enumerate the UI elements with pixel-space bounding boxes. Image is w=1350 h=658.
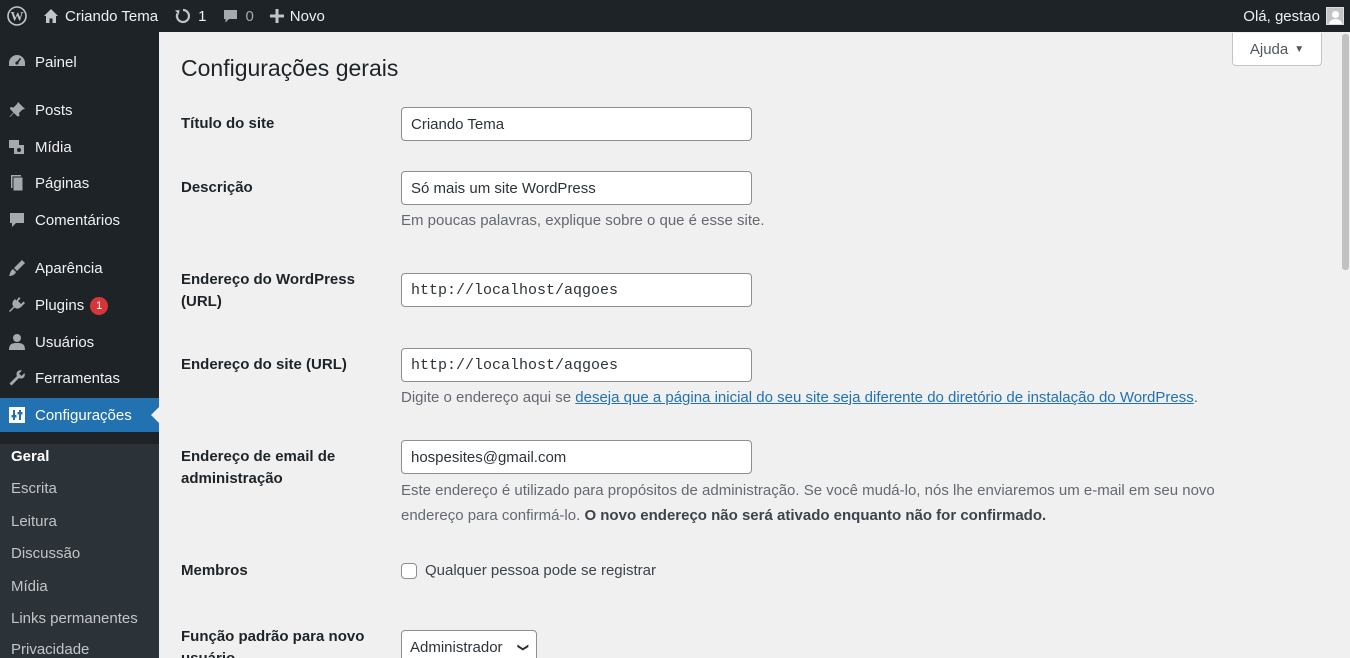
sidebar-item-label: Plugins — [35, 296, 85, 314]
sidebar-item-label: Mídia — [35, 138, 72, 156]
avatar — [1326, 7, 1344, 25]
site-url-description: Digite o endereço aqui se deseja que a p… — [401, 385, 1198, 410]
admin-bar: W Criando Tema 1 0 Novo Olá, gestao — [0, 0, 1350, 32]
membership-checkbox[interactable] — [401, 562, 417, 579]
submenu-item-discussao[interactable]: Discussão — [11, 545, 80, 562]
site-url-description-prefix: Digite o endereço aqui se — [401, 389, 576, 406]
sidebar-item-plugins[interactable]: Plugins 1 — [0, 288, 159, 322]
membership-option[interactable]: Qualquer pessoa pode se registrar — [401, 562, 656, 579]
sidebar-item-label: Páginas — [35, 174, 90, 192]
dashboard-icon — [7, 52, 27, 72]
new-content-link[interactable]: Novo — [262, 0, 333, 32]
plugins-update-badge: 1 — [90, 297, 109, 315]
sidebar-item-aparencia[interactable]: Aparência — [0, 251, 159, 285]
site-url-label: Endereço do site (URL) — [181, 356, 347, 373]
sidebar-item-label: Aparência — [35, 259, 103, 277]
sidebar-item-label: Comentários — [35, 211, 121, 229]
tagline-description: Em poucas palavras, explique sobre o que… — [401, 212, 765, 229]
greeting: Olá, gestao — [1243, 7, 1320, 25]
default-role-select[interactable]: Administrador ❯ — [401, 630, 537, 658]
site-url-description-suffix: . — [1193, 389, 1198, 406]
sidebar-item-label: Usuários — [35, 333, 95, 351]
tagline-value: Só mais um site WordPress — [411, 179, 596, 197]
users-icon — [7, 332, 27, 352]
scrollbar-thumb[interactable] — [1342, 34, 1349, 270]
wordpress-logo-button[interactable]: W — [0, 0, 35, 32]
tagline-input[interactable]: Só mais um site WordPress — [401, 171, 752, 205]
sidebar-item-label: Posts — [35, 101, 73, 119]
home-icon — [44, 9, 58, 23]
appearance-icon — [7, 258, 27, 278]
sidebar-item-label: Configurações — [35, 406, 132, 424]
svg-text:W: W — [11, 9, 24, 24]
comments-link[interactable]: 0 — [214, 0, 261, 32]
wordpress-url-input[interactable]: http://localhost/aqgoes — [401, 273, 752, 307]
main-content: Ajuda ▼ Configurações gerais Título do s… — [159, 32, 1341, 658]
updates-count: 1 — [198, 7, 207, 25]
media-icon — [7, 137, 27, 157]
account-menu[interactable]: Olá, gestao — [1243, 7, 1350, 25]
help-label: Ajuda — [1249, 40, 1289, 58]
sidebar-item-comentarios[interactable]: Comentários — [0, 203, 159, 237]
sidebar-item-painel[interactable]: Painel — [0, 45, 159, 79]
pin-icon — [7, 100, 27, 120]
settings-icon — [7, 405, 27, 425]
admin-sidebar: Painel Posts Mídia Páginas Comentários A… — [0, 32, 159, 658]
submenu-item-links-permanentes[interactable]: Links permanentes — [11, 610, 138, 627]
help-button[interactable]: Ajuda ▼ — [1232, 33, 1322, 66]
admin-email-label: Endereço de email de administração — [181, 448, 336, 487]
sidebar-item-usuarios[interactable]: Usuários — [0, 325, 159, 359]
submenu-item-geral[interactable]: Geral — [11, 448, 49, 465]
submenu-item-leitura[interactable]: Leitura — [11, 513, 57, 530]
comments-count: 0 — [245, 7, 254, 25]
sidebar-item-label: Ferramentas — [35, 369, 121, 387]
updates-icon — [175, 8, 191, 24]
tools-icon — [7, 368, 27, 388]
site-title-value: Criando Tema — [411, 115, 505, 133]
plus-icon — [269, 9, 284, 23]
site-name-link[interactable]: Criando Tema — [35, 0, 166, 32]
sidebar-item-paginas[interactable]: Páginas — [0, 166, 159, 200]
site-title-label: Título do site — [181, 115, 275, 132]
submenu-item-midia[interactable]: Mídia — [11, 578, 48, 595]
wordpress-url-label: Endereço do WordPress (URL) — [181, 271, 355, 310]
sidebar-item-label: Painel — [35, 53, 77, 71]
sidebar-item-posts[interactable]: Posts — [0, 93, 159, 127]
sidebar-item-ferramentas[interactable]: Ferramentas — [0, 361, 159, 395]
admin-email-input[interactable]: hospesites@gmail.com — [401, 440, 752, 474]
admin-email-description-bold: O novo endereço não será ativado enquant… — [584, 507, 1047, 524]
page-title: Configurações gerais — [181, 55, 399, 81]
sidebar-item-configuracoes[interactable]: Configurações — [0, 398, 159, 432]
admin-email-description: Este endereço é utilizado para propósito… — [401, 478, 1281, 528]
plugins-icon — [7, 295, 27, 315]
site-url-value: http://localhost/aqgoes — [411, 356, 619, 374]
membership-label: Membros — [181, 562, 248, 579]
tagline-label: Descrição — [181, 179, 253, 196]
submenu-item-escrita[interactable]: Escrita — [11, 480, 57, 497]
pages-icon — [7, 173, 27, 193]
sidebar-item-midia[interactable]: Mídia — [0, 130, 159, 164]
wordpress-url-value: http://localhost/aqgoes — [411, 281, 619, 299]
comment-icon — [224, 9, 238, 22]
wordpress-icon: W — [7, 6, 27, 26]
site-name: Criando Tema — [65, 7, 159, 25]
membership-checkbox-label: Qualquer pessoa pode se registrar — [425, 562, 656, 579]
updates-link[interactable]: 1 — [166, 0, 214, 32]
site-url-input[interactable]: http://localhost/aqgoes — [401, 348, 752, 382]
default-role-value: Administrador — [410, 638, 503, 656]
submenu-item-privacidade[interactable]: Privacidade — [11, 641, 89, 658]
admin-email-value: hospesites@gmail.com — [411, 448, 567, 466]
settings-submenu: Geral Escrita Leitura Discussão Mídia Li… — [0, 444, 159, 658]
comments-icon — [7, 210, 27, 230]
default-role-label: Função padrão para novo usuário — [181, 628, 365, 658]
chevron-down-icon: ❯ — [516, 642, 529, 652]
site-url-help-link[interactable]: deseja que a página inicial do seu site … — [575, 389, 1193, 406]
new-label: Novo — [289, 7, 325, 25]
page-scrollbar[interactable] — [1341, 32, 1350, 658]
site-title-input[interactable]: Criando Tema — [401, 107, 752, 141]
caret-down-icon: ▼ — [1294, 43, 1305, 55]
